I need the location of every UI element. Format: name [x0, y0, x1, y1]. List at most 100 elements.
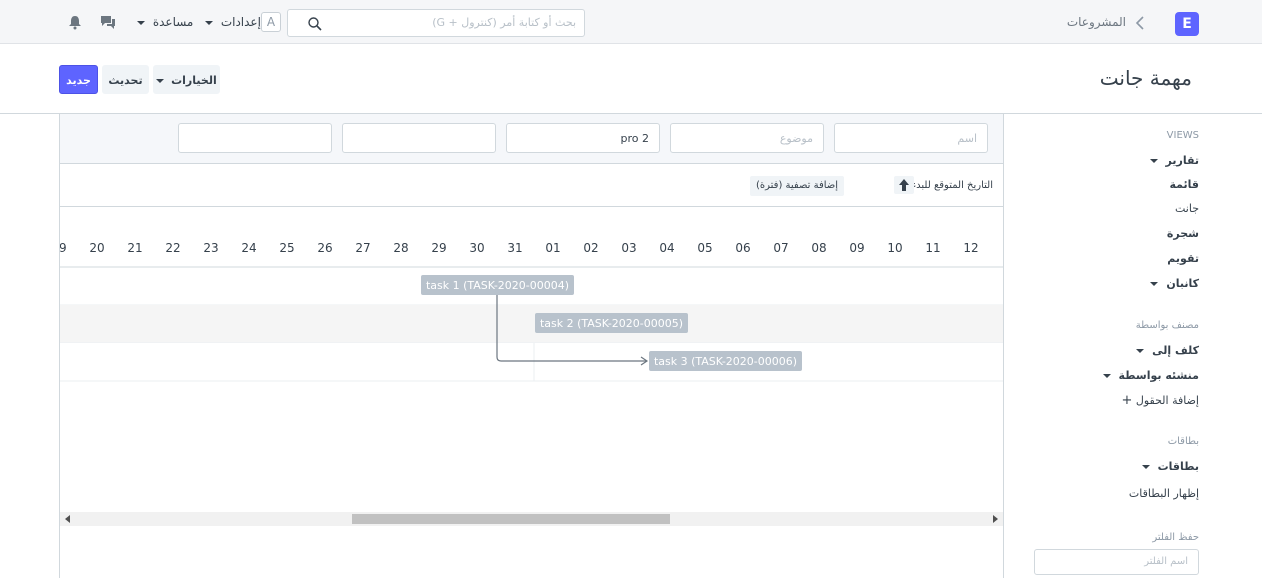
gantt-day-label: 02 — [583, 241, 598, 255]
search-icon — [308, 17, 322, 31]
options-label: الخيارات — [171, 74, 217, 87]
settings-label: إعدادات — [220, 15, 261, 29]
sidebar-item-assigned-to[interactable]: كلف إلى — [1136, 344, 1199, 357]
add-fields-label: إضافة الحقول — [1135, 394, 1199, 407]
search-input[interactable]: بحث أو كتابة أمر (كنترول + G) — [287, 9, 585, 37]
gantt-day-label: 24 — [241, 241, 256, 255]
gantt-row — [60, 305, 1003, 343]
gantt-day-label: 05 — [697, 241, 712, 255]
views-label: VIEWS — [1166, 130, 1199, 141]
gantt-day-label: 27 — [355, 241, 370, 255]
scroll-left-icon[interactable] — [65, 515, 70, 523]
bell-icon[interactable] — [67, 14, 83, 30]
subject-filter-input[interactable]: موضوع — [670, 123, 824, 153]
caret-down-icon — [1141, 465, 1150, 469]
gantt-day-label: 06 — [735, 241, 750, 255]
new-button[interactable]: جديد — [59, 65, 98, 94]
name-filter-input[interactable]: اسم — [834, 123, 988, 153]
page-head: مهمة جانت جديد تحديث الخيارات — [0, 44, 1262, 114]
gantt-day-label: 08 — [811, 241, 826, 255]
main-panel: اسم موضوع pro 2 التاريخ المتوقع للبدء إض… — [59, 114, 1004, 578]
sort-bar: التاريخ المتوقع للبدء إضافة تصفية (فترة) — [60, 164, 1003, 207]
gantt-day-label: 26 — [317, 241, 332, 255]
chevron-left-icon — [1135, 16, 1144, 30]
gantt-day-label: 21 — [127, 241, 142, 255]
group-by-label: مصنف بواسطة — [1135, 320, 1199, 331]
sidebar-item-reports[interactable]: تقارير — [1149, 154, 1199, 167]
name-filter-placeholder: اسم — [957, 132, 977, 145]
gantt-day-label: 25 — [279, 241, 294, 255]
scrollbar-thumb[interactable] — [352, 514, 670, 524]
filter-bar: اسم موضوع pro 2 — [60, 114, 1003, 164]
add-fields-link[interactable]: إضافة الحقول + — [1121, 393, 1199, 408]
gantt-day-label: 12 — [963, 241, 978, 255]
sort-field-label[interactable]: التاريخ المتوقع للبدء — [911, 180, 993, 191]
user-avatar[interactable]: A — [261, 12, 281, 32]
sidebar-item-label: كلف إلى — [1152, 344, 1199, 357]
project-filter-input[interactable]: pro 2 — [506, 123, 660, 153]
gantt-day-label: 01 — [545, 241, 560, 255]
filter-name-input[interactable]: اسم الفلتر — [1034, 549, 1199, 575]
gantt-day-label: 23 — [203, 241, 218, 255]
caret-down-icon — [1102, 374, 1111, 378]
sidebar-item-tree[interactable]: شجرة — [1167, 227, 1199, 240]
gantt-day-label: 09 — [849, 241, 864, 255]
tags-label: بطاقات — [1167, 436, 1199, 447]
arrow-up-icon — [899, 179, 909, 191]
options-button[interactable]: الخيارات — [153, 65, 220, 94]
gantt-day-label: 20 — [89, 241, 104, 255]
sidebar-item-label: تقارير — [1165, 154, 1199, 167]
project-filter-value: pro 2 — [620, 132, 650, 145]
chat-icon[interactable] — [100, 14, 116, 30]
save-filter-label: حفظ الفلتر — [1152, 532, 1199, 543]
horizontal-scrollbar[interactable] — [60, 512, 1003, 526]
search-placeholder: بحث أو كتابة أمر (كنترول + G) — [432, 16, 576, 29]
gantt-day-label: 22 — [165, 241, 180, 255]
gantt-day-label: 30 — [469, 241, 484, 255]
gantt-day-label: 28 — [393, 241, 408, 255]
app-logo[interactable]: E — [1175, 12, 1199, 36]
sidebar-item-calendar[interactable]: تقويم — [1167, 252, 1199, 265]
gantt-task-label: task 3 (TASK-2020-00006) — [654, 355, 797, 368]
help-label: مساعدة — [152, 15, 194, 29]
sidebar-item-label: منشئه بواسطة — [1118, 369, 1200, 382]
gantt-chart[interactable]: 12 11 10 09 08 07 06 05 04 03 02 01 31 30 29 28 27 26 25 24… — [60, 207, 1003, 514]
sort-order-button[interactable] — [894, 176, 914, 194]
gantt-row — [60, 343, 1003, 381]
add-filter-button[interactable]: إضافة تصفية (فترة) — [750, 176, 845, 196]
gantt-day-label: 10 — [887, 241, 902, 255]
gantt-day-label: 03 — [621, 241, 636, 255]
sidebar-item-list[interactable]: قائمة — [1169, 178, 1199, 191]
filter-input-5[interactable] — [178, 123, 332, 153]
gantt-day-label: 07 — [773, 241, 788, 255]
filter-name-placeholder: اسم الفلتر — [1144, 556, 1188, 567]
sidebar-item-label: كانبان — [1166, 277, 1199, 290]
gantt-day-label: 31 — [507, 241, 522, 255]
help-menu[interactable]: مساعدة — [137, 15, 193, 29]
scroll-right-icon[interactable] — [993, 515, 998, 523]
show-tags-link[interactable]: إظهار البطاقات — [1129, 487, 1199, 500]
caret-down-icon — [1136, 349, 1145, 353]
gantt-day-label: 04 — [659, 241, 674, 255]
caret-down-icon — [137, 20, 145, 25]
page-title: مهمة جانت — [1099, 66, 1192, 90]
filter-input-4[interactable] — [342, 123, 496, 153]
sidebar-item-label: بطاقات — [1157, 460, 1199, 473]
gantt-day-label: 11 — [925, 241, 940, 255]
gantt-task-label: task 2 (TASK-2020-00005) — [540, 317, 683, 330]
caret-down-icon — [156, 79, 165, 83]
sidebar-item-created-by[interactable]: منشئه بواسطة — [1102, 369, 1200, 382]
sidebar-item-gantt[interactable]: جانت — [1175, 202, 1199, 215]
breadcrumb-projects[interactable]: المشروعات — [1067, 15, 1126, 29]
gantt-day-label: 19 — [60, 241, 67, 255]
caret-down-icon — [1149, 159, 1158, 163]
settings-menu[interactable]: إعدادات — [205, 15, 261, 29]
plus-icon: + — [1121, 393, 1133, 408]
gantt-day-label: 29 — [431, 241, 446, 255]
sidebar-item-kanban[interactable]: كانبان — [1150, 277, 1199, 290]
navbar: E المشروعات بحث أو كتابة أمر (كنترول + G… — [0, 0, 1262, 44]
refresh-button[interactable]: تحديث — [102, 65, 149, 94]
sidebar-item-tags[interactable]: بطاقات — [1141, 460, 1199, 473]
caret-down-icon — [1150, 282, 1159, 286]
caret-down-icon — [205, 20, 213, 25]
